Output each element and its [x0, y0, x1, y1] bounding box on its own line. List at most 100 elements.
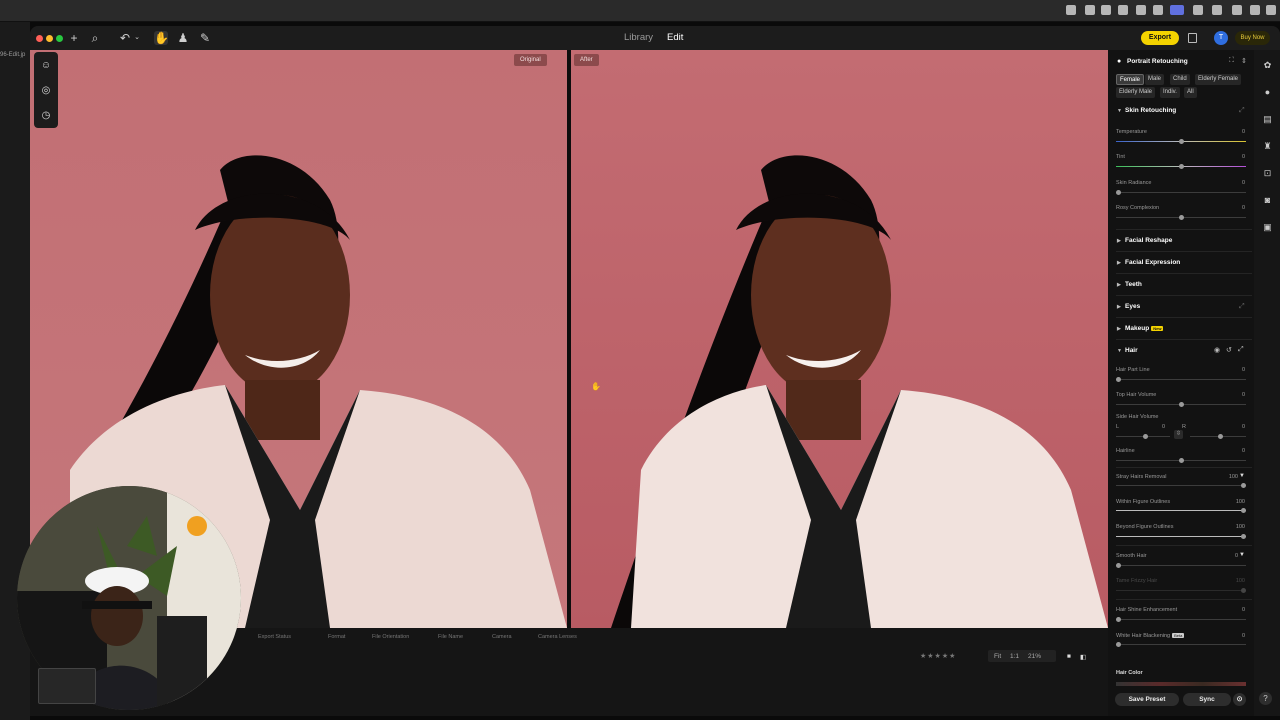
section-skin-retouching[interactable]: ▼ Skin Retouching [1117, 107, 1176, 114]
chip-male[interactable]: Male [1145, 74, 1165, 85]
zoom-window-button[interactable] [56, 35, 63, 42]
stray-hairs-slider[interactable] [1116, 483, 1246, 488]
chip-elderly-female[interactable]: Elderly Female [1195, 74, 1242, 85]
section-facial-reshape[interactable]: ▶ Facial Reshape [1117, 237, 1172, 244]
chip-all[interactable]: All [1184, 87, 1197, 98]
hand-tool-icon[interactable]: ✋ [154, 31, 169, 45]
status-icon[interactable] [1232, 5, 1242, 15]
chip-individual[interactable]: Indiv. [1160, 87, 1180, 98]
status-icon[interactable] [1066, 5, 1076, 15]
edited-photo[interactable]: After [571, 50, 1108, 628]
slider-knob[interactable] [1143, 434, 1148, 439]
more-icon[interactable]: ⇕ [1241, 57, 1247, 65]
link-icon[interactable]: ⇳ [1174, 430, 1183, 439]
slider-knob[interactable] [1116, 377, 1121, 382]
visibility-icon[interactable]: ◉ [1214, 346, 1220, 354]
section-teeth[interactable]: ▶ Teeth [1117, 281, 1142, 288]
top-hair-volume-slider[interactable] [1116, 402, 1246, 407]
slider-knob[interactable] [1241, 534, 1246, 539]
zoom-dropdown[interactable]: 21% [1028, 653, 1041, 660]
history-icon[interactable]: ◷ [40, 110, 52, 122]
help-icon[interactable]: ? [1259, 692, 1272, 705]
fit-button[interactable]: Fit [994, 653, 1001, 660]
filter-file-orientation[interactable]: File Orientation [372, 634, 409, 640]
status-icon[interactable] [1153, 5, 1163, 15]
camera-icon[interactable]: ◙ [1262, 195, 1273, 206]
compare-label-after[interactable]: After [574, 54, 599, 66]
adjust-icon[interactable]: ▤ [1262, 114, 1273, 125]
minimize-window-button[interactable] [46, 35, 53, 42]
slider-knob[interactable] [1116, 563, 1121, 568]
slider-knob[interactable] [1241, 483, 1246, 488]
slider-knob[interactable] [1178, 164, 1184, 169]
portrait-tool-icon[interactable]: ☺ [40, 60, 52, 72]
slider-knob[interactable] [1178, 402, 1184, 407]
reset-icon[interactable]: ⤢ [1239, 107, 1245, 115]
reset-icon[interactable]: ⤢ [1239, 303, 1245, 311]
export-button[interactable]: Export [1141, 31, 1179, 45]
side-hair-left-slider[interactable] [1116, 434, 1170, 439]
filter-camera[interactable]: Camera [492, 634, 512, 640]
palette-icon[interactable]: ✿ [1262, 60, 1273, 71]
crop-icon[interactable]: ⊡ [1262, 168, 1273, 179]
battery-icon[interactable] [1250, 5, 1260, 15]
status-icon[interactable] [1118, 5, 1128, 15]
chevron-down-icon[interactable]: ⌄ [130, 31, 144, 45]
undo-icon[interactable]: ↺ [1226, 346, 1232, 354]
single-view-icon[interactable]: ■ [1067, 653, 1071, 660]
search-icon[interactable]: ⌕ [88, 31, 102, 45]
tint-slider[interactable] [1116, 164, 1246, 169]
collapse-icon[interactable]: ▼ [1239, 552, 1245, 558]
compare-label-original[interactable]: Original [514, 54, 547, 66]
slider-knob[interactable] [1116, 190, 1121, 195]
hair-shine-slider[interactable] [1116, 617, 1246, 622]
filmstrip-thumbnail[interactable] [38, 668, 96, 704]
rosy-complexion-slider[interactable] [1116, 215, 1246, 220]
compare-view-icon[interactable]: ◧ [1080, 653, 1086, 661]
hairline-slider[interactable] [1116, 458, 1246, 463]
section-hair[interactable]: ▼ Hair [1117, 347, 1138, 354]
tab-edit[interactable]: Edit [667, 32, 683, 43]
brush-tool-icon[interactable]: ✎ [198, 31, 212, 45]
status-icon[interactable] [1212, 5, 1222, 15]
slider-knob[interactable] [1178, 139, 1184, 144]
within-figure-slider[interactable] [1116, 508, 1246, 513]
smooth-hair-slider[interactable] [1116, 563, 1246, 568]
status-icon[interactable] [1266, 5, 1276, 15]
buy-now-button[interactable]: Buy Now [1235, 31, 1270, 45]
filter-export-status[interactable]: Export Status [258, 634, 291, 640]
status-icon[interactable] [1101, 5, 1111, 15]
section-eyes[interactable]: ▶ Eyes [1117, 303, 1140, 310]
presets-icon[interactable]: ▣ [1262, 222, 1273, 233]
slider-knob[interactable] [1178, 458, 1184, 463]
status-icon[interactable] [1085, 5, 1095, 15]
ratio-button[interactable]: 1:1 [1010, 653, 1019, 660]
section-makeup[interactable]: ▶ Makeup New [1117, 325, 1164, 332]
avatar[interactable]: T [1214, 31, 1228, 45]
add-icon[interactable]: + [67, 31, 81, 45]
status-icon[interactable] [1136, 5, 1146, 15]
beyond-figure-slider[interactable] [1116, 534, 1246, 539]
filter-format[interactable]: Format [328, 634, 345, 640]
filter-file-name[interactable]: File Name [438, 634, 463, 640]
filter-camera-lenses[interactable]: Camera Lenses [538, 634, 577, 640]
screen-record-icon[interactable] [1170, 5, 1184, 15]
portrait-icon[interactable]: ● [1262, 87, 1273, 98]
chip-child[interactable]: Child [1170, 74, 1190, 85]
expand-icon[interactable]: ⛶ [1229, 57, 1234, 65]
skin-radiance-slider[interactable] [1116, 190, 1246, 195]
hair-part-line-slider[interactable] [1116, 377, 1246, 382]
collapse-icon[interactable]: ▼ [1239, 473, 1245, 479]
headphones-icon[interactable] [1193, 5, 1203, 15]
slider-knob[interactable] [1116, 642, 1121, 647]
stamp-tool-icon[interactable]: ♟ [176, 31, 190, 45]
sync-settings-icon[interactable]: ⊙ [1233, 693, 1246, 706]
tab-library[interactable]: Library [624, 32, 653, 43]
close-window-button[interactable] [36, 35, 43, 42]
slider-knob[interactable] [1178, 215, 1184, 220]
clothing-icon[interactable]: ♜ [1262, 141, 1273, 152]
layout-icon[interactable] [1188, 33, 1197, 43]
section-facial-expression[interactable]: ▶ Facial Expression [1117, 259, 1180, 266]
chip-female[interactable]: Female [1116, 74, 1145, 85]
radial-tool-icon[interactable]: ◎ [40, 85, 52, 97]
